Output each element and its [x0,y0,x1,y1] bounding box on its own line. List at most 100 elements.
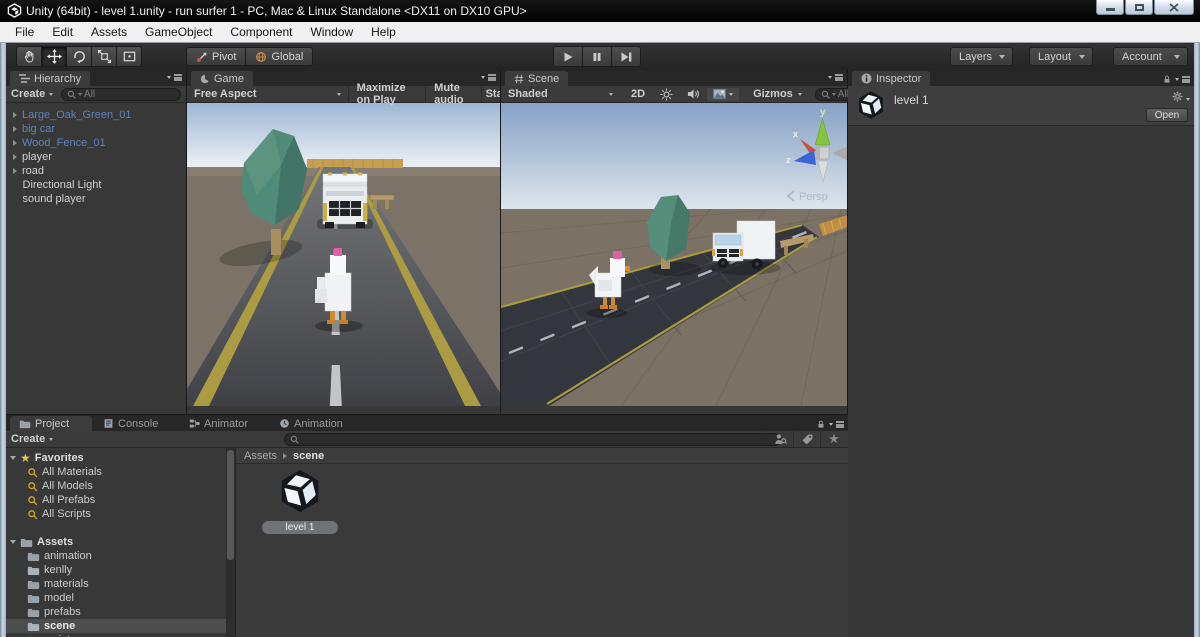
stats-button[interactable]: Sta [483,88,500,100]
tab-console[interactable]: Console [94,416,170,431]
pause-button[interactable] [582,46,612,67]
saved-search-star-icon[interactable]: ★ [822,431,846,447]
panel-menu[interactable] [828,74,843,81]
hierarchy-item[interactable]: sound player [6,192,186,206]
global-toggle-button[interactable]: Global [245,47,313,66]
hierarchy-item[interactable]: player [6,150,186,164]
folder-item[interactable]: animation [6,549,226,563]
tab-inspector[interactable]: Inspector [852,71,930,86]
menu-assets[interactable]: Assets [82,22,136,42]
menu-help[interactable]: Help [362,22,405,42]
effects-dropdown[interactable] [707,88,739,101]
tab-scene[interactable]: Scene [505,71,568,86]
collapse-arrow-icon[interactable] [10,540,16,544]
folder-item[interactable]: prefabs [6,605,226,619]
mute-audio-button[interactable]: Mute audio [427,82,480,106]
expand-arrow-icon[interactable] [13,140,17,146]
collapse-arrow-icon[interactable] [10,456,16,460]
scale-tool-button[interactable] [91,46,117,67]
layout-dropdown[interactable]: Layout [1029,47,1093,66]
favorites-item[interactable]: All Prefabs [6,493,226,507]
scene-viewport[interactable]: y x z Persp [501,103,847,406]
chevron-down-icon[interactable] [1186,98,1190,101]
tab-project[interactable]: Project [10,416,92,431]
hierarchy-item[interactable]: Large_Oak_Green_01 [6,108,186,122]
menu-gameobject[interactable]: GameObject [136,22,221,42]
game-viewport[interactable] [187,103,500,406]
maximize-on-play-button[interactable]: Maximize on Play [350,82,425,106]
gizmos-label: Gizmos [753,88,793,100]
expand-arrow-icon[interactable] [13,126,17,132]
titlebar[interactable]: Unity (64bit) - level 1.unity - run surf… [0,0,1200,22]
play-button[interactable] [553,46,583,67]
lighting-toggle-button[interactable] [653,88,680,101]
2d-toggle-button[interactable]: 2D [623,88,653,100]
panel-menu[interactable] [1162,74,1190,85]
asset-item-scene[interactable]: level 1 [262,468,338,534]
search-by-type-icon[interactable] [768,433,792,445]
shading-mode-dropdown[interactable]: Shaded [501,88,609,100]
breadcrumb-current[interactable]: scene [293,450,324,462]
panel-menu[interactable] [816,419,844,430]
hand-tool-button[interactable] [16,46,42,67]
favorites-item[interactable]: All Models [6,479,226,493]
projection-label[interactable]: Persp [799,191,828,203]
rotate-tool-button[interactable] [66,46,92,67]
tab-animator[interactable]: Animator [180,416,264,431]
folder-item[interactable]: model [6,591,226,605]
tab-hierarchy[interactable]: Hierarchy [10,71,90,86]
menu-bar: File Edit Assets GameObject Component Wi… [0,22,1200,43]
project-create-button[interactable]: Create [11,433,53,445]
menu-file[interactable]: File [6,22,43,42]
folder-item[interactable]: script [6,633,226,637]
folder-item-selected[interactable]: scene [6,619,226,633]
maximize-button[interactable] [1125,0,1153,15]
expand-arrow-icon[interactable] [13,168,17,174]
breadcrumb-root[interactable]: Assets [244,450,277,462]
menu-edit[interactable]: Edit [43,22,82,42]
hierarchy-item[interactable]: road [6,164,186,178]
favorites-item[interactable]: All Scripts [6,507,226,521]
expand-arrow-icon[interactable] [13,112,17,118]
open-button[interactable]: Open [1146,108,1188,122]
gizmos-dropdown[interactable]: Gizmos [745,88,810,100]
search-by-label-icon[interactable] [795,433,819,446]
2d-label: 2D [631,88,645,100]
assets-root[interactable]: Assets [6,535,226,549]
lock-icon[interactable] [1162,74,1172,85]
project-tree-scrollbar[interactable] [226,448,235,637]
favorites-root[interactable]: ★ Favorites [6,451,226,465]
folder-item[interactable]: kenlly [6,563,226,577]
pivot-toggle-button[interactable]: Pivot [186,47,246,66]
hierarchy-item[interactable]: Directional Light [6,178,186,192]
panel-menu[interactable] [167,74,182,81]
gear-icon[interactable] [1171,90,1184,103]
step-button[interactable] [611,46,641,67]
account-dropdown[interactable]: Account [1113,47,1188,66]
favorites-item[interactable]: All Materials [6,465,226,479]
rect-tool-button[interactable] [116,46,142,67]
hierarchy-search-input[interactable]: All [61,88,181,101]
expand-arrow-icon[interactable] [13,154,17,160]
minimize-button[interactable] [1096,0,1124,15]
scrollbar-thumb[interactable] [227,450,234,560]
tab-animation[interactable]: Animation [270,416,360,431]
layers-dropdown[interactable]: Layers [950,47,1013,66]
lock-icon[interactable] [816,419,826,430]
project-search-input[interactable] [284,433,781,446]
move-tool-button[interactable] [41,46,67,67]
close-button[interactable] [1154,0,1194,15]
asset-label[interactable]: level 1 [262,521,338,534]
hierarchy-item-label: Directional Light [23,179,102,191]
hierarchy-create-button[interactable]: Create [11,88,53,100]
menu-window[interactable]: Window [301,22,362,42]
audio-toggle-button[interactable] [680,88,707,100]
pivot-icon [196,51,208,63]
aspect-dropdown[interactable]: Free Aspect [187,88,337,100]
menu-component[interactable]: Component [221,22,301,42]
hierarchy-item[interactable]: Wood_Fence_01 [6,136,186,150]
tab-game[interactable]: Game [191,71,253,86]
folder-item[interactable]: materials [6,577,226,591]
hierarchy-item[interactable]: big car [6,122,186,136]
panel-menu[interactable] [481,74,496,81]
